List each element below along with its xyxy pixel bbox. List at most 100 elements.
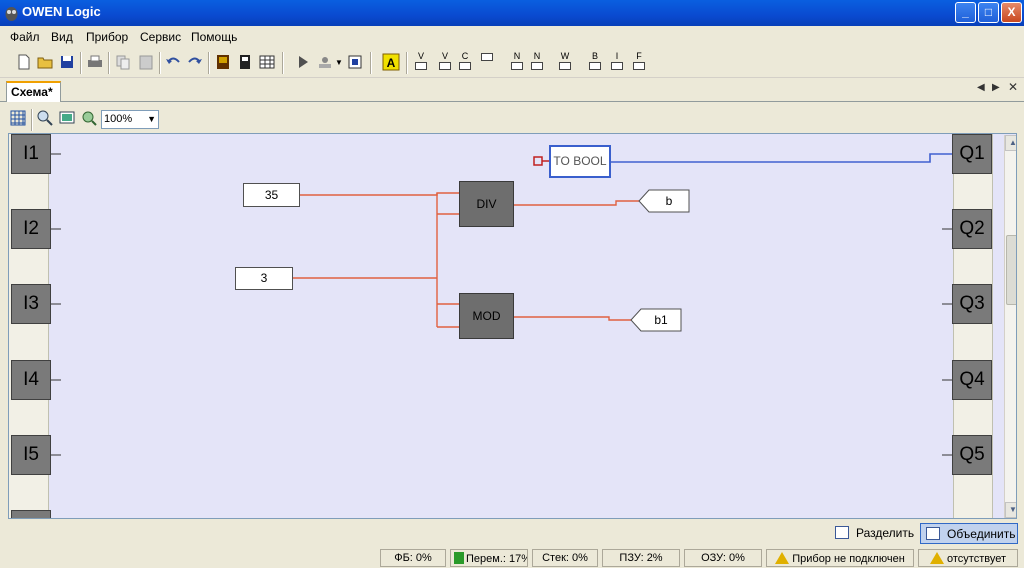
variable-button-letter: N	[513, 51, 521, 61]
menu-file[interactable]: Файл	[10, 30, 40, 44]
toolbar-separator	[406, 52, 408, 74]
input-pin-i5[interactable]: I5	[11, 435, 51, 475]
zoom-select[interactable]: 100% ▼	[101, 110, 159, 129]
variable-button-letter: F	[636, 51, 642, 61]
block-to-bool[interactable]: TO BOOL	[549, 145, 611, 178]
tab-schema[interactable]: Схема*	[6, 81, 61, 102]
undo-icon[interactable]	[164, 53, 182, 71]
close-button[interactable]: X	[1001, 2, 1022, 23]
variable-box-icon	[559, 62, 571, 70]
status-device-text: Прибор не подключен	[792, 553, 905, 565]
new-file-icon[interactable]	[15, 53, 33, 71]
zoom-icon[interactable]	[36, 109, 54, 127]
device-icon[interactable]	[236, 53, 254, 71]
output-pin-q4[interactable]: Q4	[952, 360, 992, 400]
variable-button-letter: I	[615, 51, 619, 61]
tab-prev-icon[interactable]: ◀	[977, 82, 985, 93]
open-file-icon[interactable]	[36, 53, 54, 71]
input-pin-i3[interactable]: I3	[11, 284, 51, 324]
join-button[interactable]: Объединить	[920, 523, 1018, 544]
variable-button-0[interactable]: V	[412, 52, 430, 74]
redo-icon[interactable]	[186, 53, 204, 71]
variable-button-2[interactable]: C	[456, 52, 474, 74]
block-div[interactable]: DIV	[459, 181, 514, 227]
paste-icon[interactable]	[137, 53, 155, 71]
io-dropdown-arrow-icon[interactable]: ▼	[335, 58, 343, 67]
text-icon[interactable]: A	[382, 53, 400, 71]
input-pin-i2[interactable]: I2	[11, 209, 51, 249]
output-var-b1[interactable]: b1	[641, 313, 681, 327]
variable-button-letter: V	[417, 51, 424, 61]
maximize-button[interactable]: □	[978, 2, 999, 23]
variable-button-3[interactable]	[478, 52, 496, 74]
output-pin-q5[interactable]: Q5	[952, 435, 992, 475]
output-pin-q3[interactable]: Q3	[952, 284, 992, 324]
tab-next-icon[interactable]: ▶	[992, 82, 1000, 93]
input-pin-i4[interactable]: I4	[11, 360, 51, 400]
scroll-thumb[interactable]	[1006, 235, 1016, 305]
chevron-down-icon[interactable]: ▼	[147, 114, 156, 124]
run-icon[interactable]	[294, 53, 312, 71]
menu-help[interactable]: Помощь	[191, 30, 237, 44]
status-ram: ОЗУ: 0%	[684, 549, 762, 567]
vertical-scrollbar[interactable]: ▲ ▼	[1004, 135, 1016, 518]
status-absent: отсутствует	[918, 549, 1018, 567]
variable-button-9[interactable]: F	[630, 52, 648, 74]
save-icon[interactable]	[58, 53, 76, 71]
variable-box-icon	[459, 62, 471, 70]
status-absent-text: отсутствует	[946, 553, 1006, 565]
tab-row: Схема* ◀ ▶ ✕	[0, 78, 1024, 102]
main-toolbar: ▼ A V V C N N W B I F	[0, 48, 1024, 78]
zoom-fit-icon[interactable]	[80, 109, 98, 127]
window-title: OWEN Logic	[22, 4, 101, 19]
wire-div-to-b	[514, 200, 639, 206]
menu-bar: Файл Вид Прибор Сервис Помощь	[0, 26, 1024, 48]
variable-button-8[interactable]: I	[608, 52, 626, 74]
block-mod[interactable]: MOD	[459, 293, 514, 339]
split-button[interactable]: Разделить	[830, 523, 918, 544]
status-fb: ФБ: 0%	[380, 549, 446, 567]
variable-button-6[interactable]: W	[556, 52, 574, 74]
print-icon[interactable]	[86, 53, 104, 71]
variable-button-letter: C	[461, 51, 469, 61]
fit-screen-icon[interactable]	[58, 109, 76, 127]
constant-3[interactable]: 3	[235, 267, 293, 290]
io-settings-icon[interactable]	[346, 53, 364, 71]
warning-icon	[775, 552, 790, 564]
svg-text:A: A	[387, 56, 396, 70]
tab-close-icon[interactable]: ✕	[1008, 80, 1018, 94]
toolbar-separator	[159, 52, 161, 74]
variable-button-4[interactable]: N	[508, 52, 526, 74]
menu-device[interactable]: Прибор	[86, 30, 128, 44]
variable-button-1[interactable]: V	[436, 52, 454, 74]
input-pin-i1[interactable]: I1	[11, 134, 51, 174]
output-pin-q2[interactable]: Q2	[952, 209, 992, 249]
output-pin-q1[interactable]: Q1	[952, 134, 992, 174]
variable-button-7[interactable]: B	[586, 52, 604, 74]
copy-icon[interactable]	[114, 53, 132, 71]
split-label: Разделить	[856, 526, 915, 540]
status-vars: Перем.: 17%	[450, 549, 528, 567]
variable-box-icon	[439, 62, 451, 70]
input-pin-partial[interactable]	[11, 510, 51, 518]
toolbar-separator	[208, 52, 210, 74]
variable-box-icon	[589, 62, 601, 70]
minimize-button[interactable]: _	[955, 2, 976, 23]
variable-box-icon	[481, 53, 493, 61]
menu-view[interactable]: Вид	[51, 30, 73, 44]
output-var-b[interactable]: b	[649, 194, 689, 208]
constant-35[interactable]: 35	[243, 183, 300, 207]
scroll-up-icon[interactable]: ▲	[1005, 135, 1016, 151]
split-icon	[835, 526, 849, 539]
menu-service[interactable]: Сервис	[140, 30, 181, 44]
grid-icon[interactable]	[9, 109, 27, 127]
table-icon[interactable]	[258, 53, 276, 71]
schema-canvas[interactable]: I1 I2 I3 I4 I5 Q1 Q2 Q3 Q4 Q5 35 3 DIV M…	[8, 133, 1017, 519]
variable-button-5[interactable]: N	[528, 52, 546, 74]
toolbar-separator	[370, 52, 372, 74]
scroll-down-icon[interactable]: ▼	[1005, 502, 1016, 518]
vars-usage-indicator	[454, 552, 464, 564]
toolbar-separator	[31, 109, 33, 131]
library-icon[interactable]	[214, 53, 232, 71]
io-icon[interactable]	[316, 53, 334, 71]
